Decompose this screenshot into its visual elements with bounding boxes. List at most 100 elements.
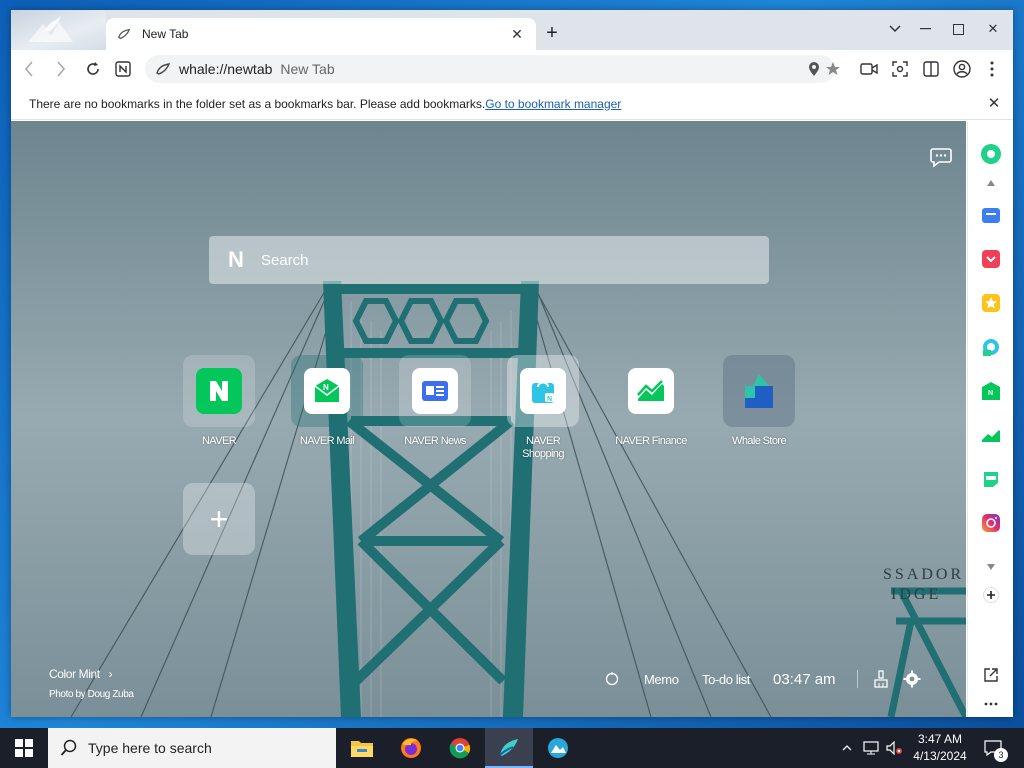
taskbar-search-placeholder: Type here to search [88,740,212,756]
shortcut-whale-store[interactable]: Whale Store [709,355,809,448]
bridge-background-image: SSADOR IDGE [11,121,966,717]
svg-text:N: N [547,396,552,403]
tab-list-chevron-icon[interactable] [881,16,909,42]
whale-favicon-icon [116,26,132,42]
bookmark-bar-close-icon[interactable]: ✕ [985,95,1003,113]
memo-link[interactable]: Memo [644,672,679,687]
firefox-icon[interactable] [387,728,435,768]
naver-logo-icon [196,368,242,414]
shortcut-label: Whale Store [732,435,787,447]
svg-text:N: N [323,383,329,392]
bridge-sign-text-2: IDGE [891,586,941,603]
sidebar-green-dot-icon[interactable] [980,143,1002,165]
new-tab-button[interactable]: + [541,22,563,44]
taskbar-search-box[interactable]: Type here to search [48,728,336,768]
menu-kebab-icon[interactable] [978,55,1006,83]
sidebar-finance-icon[interactable] [980,424,1002,446]
profile-icon[interactable] [948,55,976,83]
shortcut-naver-mail[interactable]: N NAVER Mail [277,355,377,448]
photos-app-icon[interactable] [534,728,582,768]
address-url: whale://newtab [179,61,273,77]
shortcut-label: NAVER Finance [615,435,687,447]
sidebar-briefcase-icon[interactable] [980,204,1002,226]
windows-logo-icon [15,739,33,757]
bookmark-manager-link[interactable]: Go to bookmark manager [485,97,621,111]
bookmark-bar: There are no bookmarks in the folder set… [11,88,1013,120]
bookmark-star-icon[interactable] [819,55,847,83]
naver-news-icon [412,368,458,414]
divider [857,670,858,688]
whale-site-icon [155,61,173,77]
whale-browser-taskbar-icon[interactable] [485,728,533,768]
network-icon[interactable] [860,728,882,768]
taskbar-clock[interactable]: 3:47 AM 4/13/2024 [910,731,970,765]
sidebar-instagram-icon[interactable] [980,512,1002,534]
naver-n-logo-icon: N [228,247,244,272]
shortcut-tile [723,355,795,427]
taskbar-time: 3:47 AM [917,732,963,746]
whale-tail-decoration-icon [28,16,73,42]
sidebar-add-icon[interactable] [980,584,1002,606]
notification-count-badge: 3 [994,748,1008,762]
sidebar-star-icon[interactable] [980,292,1002,314]
shortcut-tile: N [291,355,363,427]
close-window-button[interactable]: ✕ [979,16,1007,42]
svg-text:N: N [988,390,993,397]
search-icon [60,739,77,756]
theme-selector[interactable]: Color Mint › [49,667,113,681]
shortcut-tile [615,355,687,427]
browser-window: New Tab ✕ + ✕ whale://newtab New Tab The… [11,10,1013,717]
video-icon[interactable] [855,55,883,83]
back-button[interactable] [15,55,43,83]
address-page-title: New Tab [280,61,335,77]
sidebar-webtoon-icon[interactable] [980,468,1002,490]
naver-home-button[interactable] [109,55,137,83]
settings-gear-icon[interactable] [903,670,921,688]
screen-capture-icon[interactable] [886,55,914,83]
tab-title: New Tab [142,27,189,41]
shortcut-tile: N [507,355,579,427]
tab-strip: New Tab ✕ + ✕ [11,10,1013,50]
sidebar-naver-mail-icon[interactable]: N [980,380,1002,402]
shortcut-naver-finance[interactable]: NAVER Finance [601,355,701,448]
todo-list-link[interactable]: To-do list [702,672,750,687]
sidebar-translate-icon[interactable] [980,336,1002,358]
windows-taskbar: Type here to search 3:47 AM 4/13/2024 3 [0,728,1024,768]
forward-button[interactable] [47,55,75,83]
chrome-icon[interactable] [436,728,484,768]
notification-center-icon[interactable]: 3 [980,728,1008,768]
refresh-background-icon[interactable] [605,672,621,688]
start-button[interactable] [0,728,48,768]
tab-new-tab[interactable]: New Tab ✕ [106,18,536,50]
sidebar-open-external-icon[interactable] [980,664,1002,686]
sidebar-pocket-icon[interactable] [980,248,1002,270]
shortcut-naver[interactable]: NAVER [169,355,269,448]
sidebar-scroll-up-icon[interactable] [980,177,1002,189]
add-shortcut-button[interactable]: + [183,483,255,555]
theme-label: Color Mint [49,667,100,681]
volume-muted-icon[interactable] [884,728,906,768]
shortcut-naver-shopping[interactable]: N NAVER Shopping [493,355,593,461]
tray-chevron-up-icon[interactable] [838,728,856,768]
file-explorer-icon[interactable] [338,728,386,768]
tabstrip-decoration [11,10,106,50]
search-input[interactable] [261,251,711,269]
address-bar[interactable]: whale://newtab New Tab [145,55,835,83]
sidebar-more-icon[interactable] [980,693,1002,715]
naver-mail-icon: N [304,368,350,414]
shortcut-naver-news[interactable]: NAVER News [385,355,485,448]
minimize-button[interactable] [911,16,939,42]
chat-bubble-icon[interactable] [929,145,953,169]
split-view-icon[interactable] [917,55,945,83]
naver-search-bar[interactable]: N [209,236,769,284]
shortcut-label: NAVER Shopping [522,435,564,460]
naver-finance-icon [628,368,674,414]
photo-credit: Photo by Doug Zuba [49,689,134,700]
sidebar-scroll-down-icon[interactable] [980,561,1002,573]
customize-brush-icon[interactable] [873,670,891,688]
maximize-button[interactable] [944,16,972,42]
tab-close-icon[interactable]: ✕ [508,25,526,43]
reload-button[interactable] [79,55,107,83]
newtab-clock: 03:47 am [773,671,836,688]
shortcut-tile [183,355,255,427]
